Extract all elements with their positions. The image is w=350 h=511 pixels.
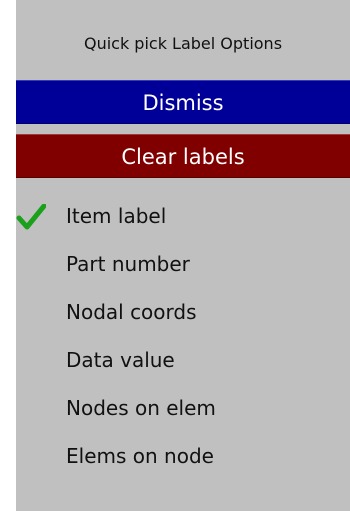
option-elems-on-node[interactable]: Elems on node: [16, 432, 350, 480]
check-icon: [16, 204, 46, 230]
option-label: Part number: [66, 252, 190, 276]
dismiss-button[interactable]: Dismiss: [16, 80, 350, 124]
label-options-list: Item label Part number Nodal coords Data…: [16, 192, 350, 480]
option-label: Nodal coords: [66, 300, 197, 324]
option-nodal-coords[interactable]: Nodal coords: [16, 288, 350, 336]
option-label: Nodes on elem: [66, 396, 216, 420]
option-data-value[interactable]: Data value: [16, 336, 350, 384]
panel-title: Quick pick Label Options: [83, 34, 283, 53]
option-label: Item label: [66, 204, 167, 228]
option-nodes-on-elem[interactable]: Nodes on elem: [16, 384, 350, 432]
option-item-label[interactable]: Item label: [16, 192, 350, 240]
option-label: Data value: [66, 348, 175, 372]
option-part-number[interactable]: Part number: [16, 240, 350, 288]
quick-pick-label-options-panel: Quick pick Label Options Dismiss Clear l…: [16, 0, 350, 511]
option-label: Elems on node: [66, 444, 214, 468]
clear-labels-button[interactable]: Clear labels: [16, 134, 350, 178]
